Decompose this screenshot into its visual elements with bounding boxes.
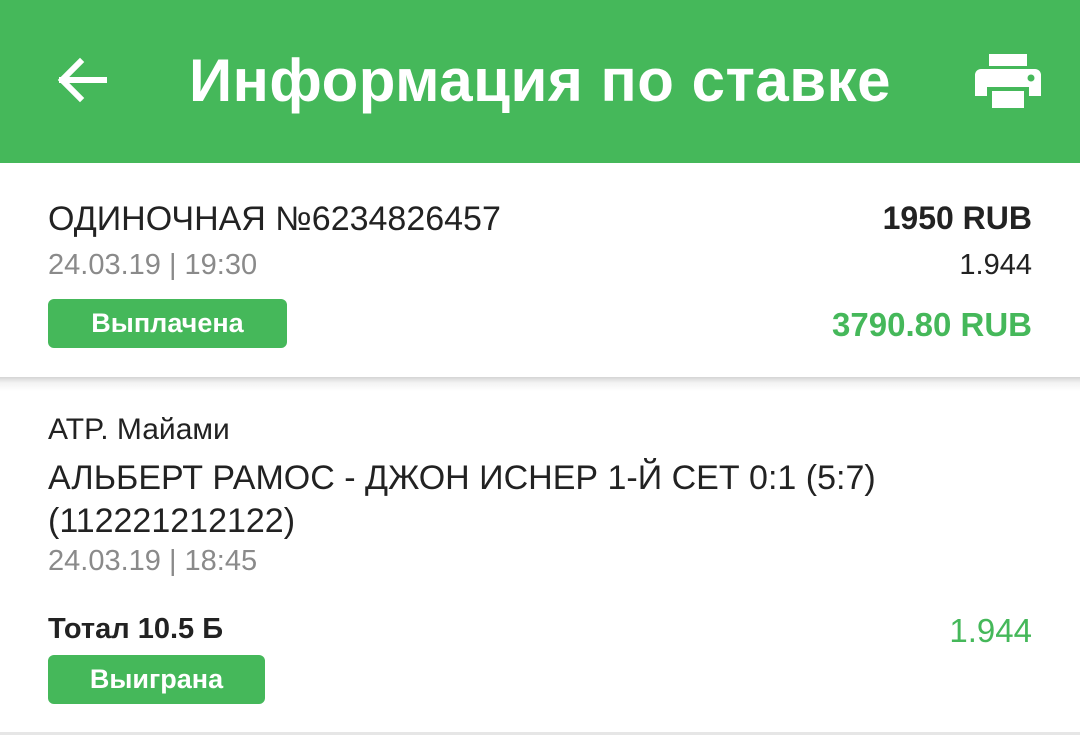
printer-icon [975,54,1041,108]
event-name: АЛЬБЕРТ РАМОС - ДЖОН ИСНЕР 1-Й СЕТ 0:1 (… [48,459,876,540]
bet-type-number: ОДИНОЧНАЯ №6234826457 [48,200,501,238]
bet-coefficient: 1.944 [959,249,1032,281]
bet-status-badge: Выплачена [48,299,287,348]
bet-date-time: 24.03.19 | 19:30 [48,249,258,281]
bet-stake: 1950 RUB [882,200,1032,236]
card-divider [0,377,1080,391]
page-title: Информация по ставке [189,47,891,114]
event-coefficient: 1.944 [949,612,1032,649]
event-outcome: Тотал 10.5 Б [48,613,224,645]
event-date-time: 24.03.19 | 18:45 [48,545,258,577]
event-tournament: ATP. Майами [48,413,230,446]
app-bar: Информация по ставке [0,0,1080,163]
event-status-badge: Выиграна [48,655,265,704]
bet-payout: 3790.80 RUB [832,306,1032,343]
print-button[interactable] [975,54,1041,108]
